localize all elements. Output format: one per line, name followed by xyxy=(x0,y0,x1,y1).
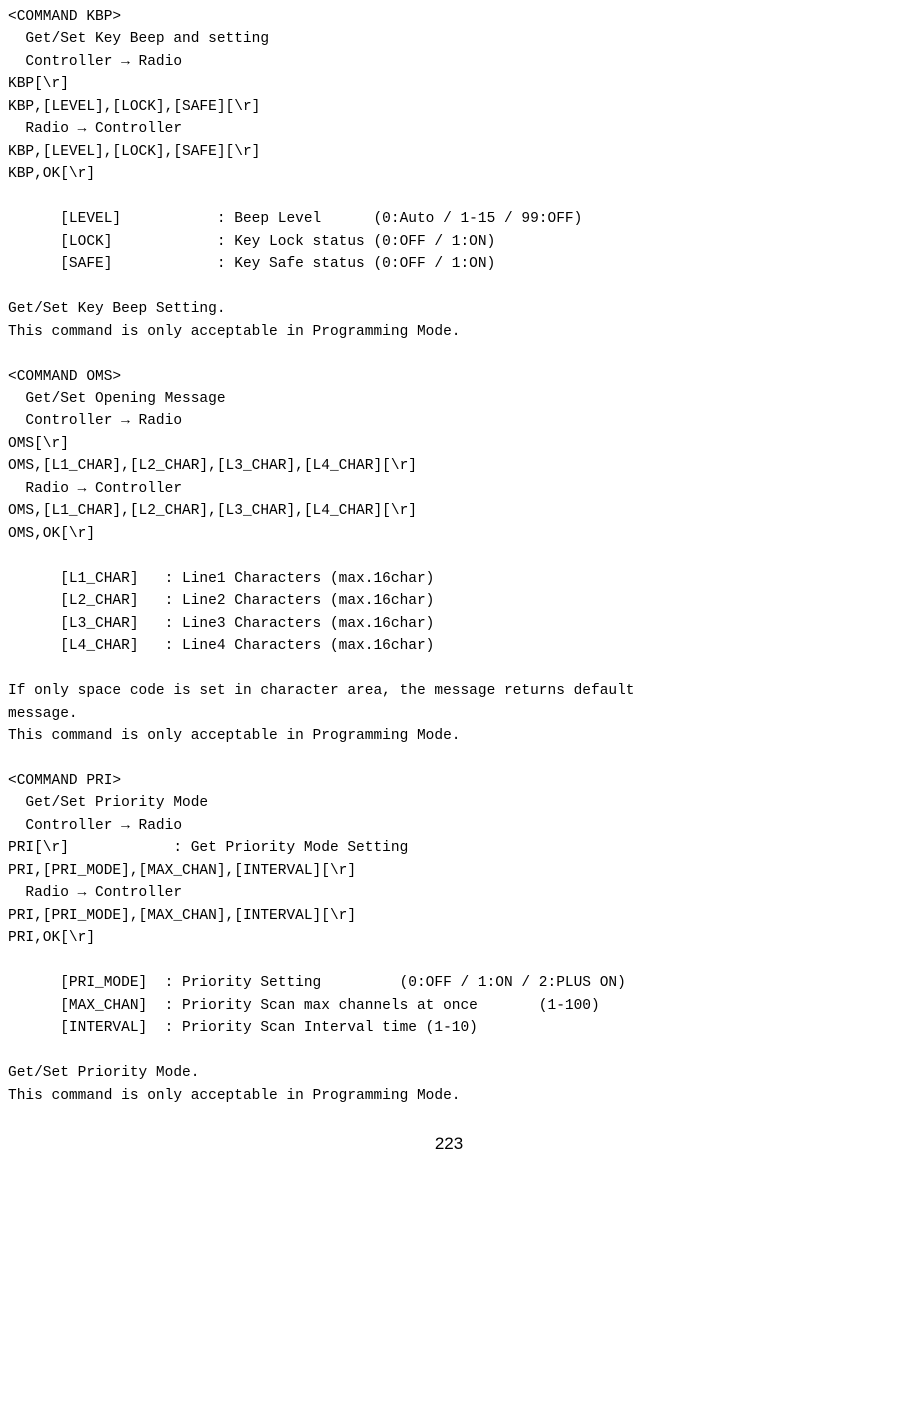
command-pri-title: Get/Set Priority Mode xyxy=(8,792,890,814)
command-kbp-title: Get/Set Key Beep and setting xyxy=(8,28,890,50)
param-pri-mode: [PRI_MODE] : Priority Setting (0:OFF / 1… xyxy=(8,972,890,994)
pri-desc-2: This command is only acceptable in Progr… xyxy=(8,1085,890,1107)
kbp-response-2: KBP,OK[\r] xyxy=(8,163,890,185)
blank-line xyxy=(8,950,890,972)
param-l4char: [L4_CHAR] : Line4 Characters (max.16char… xyxy=(8,635,890,657)
oms-desc-1b: message. xyxy=(8,703,890,725)
blank-line xyxy=(8,747,890,769)
param-l2char: [L2_CHAR] : Line2 Characters (max.16char… xyxy=(8,590,890,612)
pri-request-1: PRI[\r] : Get Priority Mode Setting xyxy=(8,837,890,859)
command-oms-title: Get/Set Opening Message xyxy=(8,388,890,410)
param-interval: [INTERVAL] : Priority Scan Interval time… xyxy=(8,1017,890,1039)
kbp-request-1: KBP[\r] xyxy=(8,73,890,95)
blank-line xyxy=(8,186,890,208)
direction-radio-to-ctrl: Radio → Controller xyxy=(8,882,890,904)
direction-ctrl-to-radio: Controller → Radio xyxy=(8,410,890,432)
kbp-response-1: KBP,[LEVEL],[LOCK],[SAFE][\r] xyxy=(8,141,890,163)
blank-line xyxy=(8,1040,890,1062)
oms-request-2: OMS,[L1_CHAR],[L2_CHAR],[L3_CHAR],[L4_CH… xyxy=(8,455,890,477)
oms-desc-1a: If only space code is set in character a… xyxy=(8,680,890,702)
blank-line xyxy=(8,343,890,365)
param-level: [LEVEL] : Beep Level (0:Auto / 1-15 / 99… xyxy=(8,208,890,230)
blank-line xyxy=(8,658,890,680)
direction-ctrl-to-radio: Controller → Radio xyxy=(8,51,890,73)
param-l3char: [L3_CHAR] : Line3 Characters (max.16char… xyxy=(8,613,890,635)
command-oms-tag: <COMMAND OMS> xyxy=(8,366,890,388)
oms-desc-2: This command is only acceptable in Progr… xyxy=(8,725,890,747)
blank-line xyxy=(8,545,890,567)
param-safe: [SAFE] : Key Safe status (0:OFF / 1:ON) xyxy=(8,253,890,275)
kbp-request-2: KBP,[LEVEL],[LOCK],[SAFE][\r] xyxy=(8,96,890,118)
param-max-chan: [MAX_CHAN] : Priority Scan max channels … xyxy=(8,995,890,1017)
direction-radio-to-ctrl: Radio → Controller xyxy=(8,478,890,500)
pri-response-1: PRI,[PRI_MODE],[MAX_CHAN],[INTERVAL][\r] xyxy=(8,905,890,927)
command-kbp-tag: <COMMAND KBP> xyxy=(8,6,890,28)
oms-response-1: OMS,[L1_CHAR],[L2_CHAR],[L3_CHAR],[L4_CH… xyxy=(8,500,890,522)
pri-request-2: PRI,[PRI_MODE],[MAX_CHAN],[INTERVAL][\r] xyxy=(8,860,890,882)
param-l1char: [L1_CHAR] : Line1 Characters (max.16char… xyxy=(8,568,890,590)
oms-request-1: OMS[\r] xyxy=(8,433,890,455)
kbp-desc-1: Get/Set Key Beep Setting. xyxy=(8,298,890,320)
param-lock: [LOCK] : Key Lock status (0:OFF / 1:ON) xyxy=(8,231,890,253)
command-pri-tag: <COMMAND PRI> xyxy=(8,770,890,792)
pri-response-2: PRI,OK[\r] xyxy=(8,927,890,949)
blank-line xyxy=(8,276,890,298)
pri-desc-1: Get/Set Priority Mode. xyxy=(8,1062,890,1084)
kbp-desc-2: This command is only acceptable in Progr… xyxy=(8,321,890,343)
oms-response-2: OMS,OK[\r] xyxy=(8,523,890,545)
direction-ctrl-to-radio: Controller → Radio xyxy=(8,815,890,837)
direction-radio-to-ctrl: Radio → Controller xyxy=(8,118,890,140)
page-number: 223 xyxy=(8,1131,890,1157)
